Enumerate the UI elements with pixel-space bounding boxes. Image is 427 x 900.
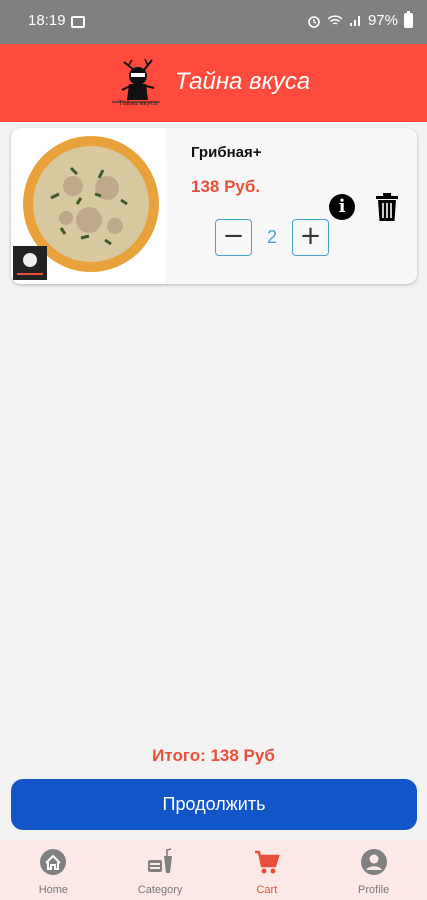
nav-label-category: Category bbox=[137, 884, 183, 896]
nav-item-category[interactable]: Category bbox=[107, 840, 214, 900]
decrease-quantity-button[interactable]: − bbox=[215, 219, 252, 256]
nav-item-home[interactable]: Home bbox=[0, 840, 107, 900]
pizza-image bbox=[11, 128, 166, 284]
continue-button[interactable]: Продолжить bbox=[11, 779, 417, 830]
app-title: Тайна вкуса bbox=[175, 68, 311, 95]
increase-quantity-button[interactable]: + bbox=[292, 219, 329, 256]
cart-total: Итого: 138 Руб bbox=[152, 746, 275, 765]
nav-item-profile[interactable]: Profile bbox=[320, 840, 427, 900]
cart-icon bbox=[254, 850, 280, 874]
logo-caption: Тайна вкуса bbox=[118, 100, 158, 107]
category-icon bbox=[148, 848, 173, 873]
signal-icon bbox=[349, 16, 360, 26]
app-bar: Тайна вкуса Тайна вкуса bbox=[0, 44, 427, 122]
item-name: Грибная+ bbox=[191, 144, 262, 161]
nav-label-profile: Profile bbox=[358, 884, 390, 896]
nav-item-cart[interactable]: Cart bbox=[214, 840, 321, 900]
item-price: 138 Руб. bbox=[191, 177, 261, 196]
cart-item-card[interactable]: Грибная+ 138 Руб. i − 2 + bbox=[11, 128, 417, 284]
nav-label-home: Home bbox=[38, 884, 69, 896]
alarm-icon bbox=[308, 15, 320, 28]
quantity-value: 2 bbox=[266, 227, 277, 247]
status-time: 18:19 bbox=[28, 12, 66, 29]
wifi-icon bbox=[327, 15, 343, 25]
battery-percent: 97% bbox=[367, 12, 398, 29]
trash-icon[interactable] bbox=[374, 192, 400, 222]
battery-icon bbox=[404, 11, 413, 28]
profile-icon bbox=[360, 849, 387, 875]
home-icon bbox=[40, 849, 67, 875]
bottom-nav: Home Category Cart Profile bbox=[0, 840, 427, 900]
gallery-notification-icon bbox=[71, 16, 85, 28]
nav-label-cart: Cart bbox=[256, 884, 278, 896]
status-bar: 18:19 97% bbox=[0, 0, 427, 44]
info-icon[interactable]: i bbox=[329, 194, 355, 220]
